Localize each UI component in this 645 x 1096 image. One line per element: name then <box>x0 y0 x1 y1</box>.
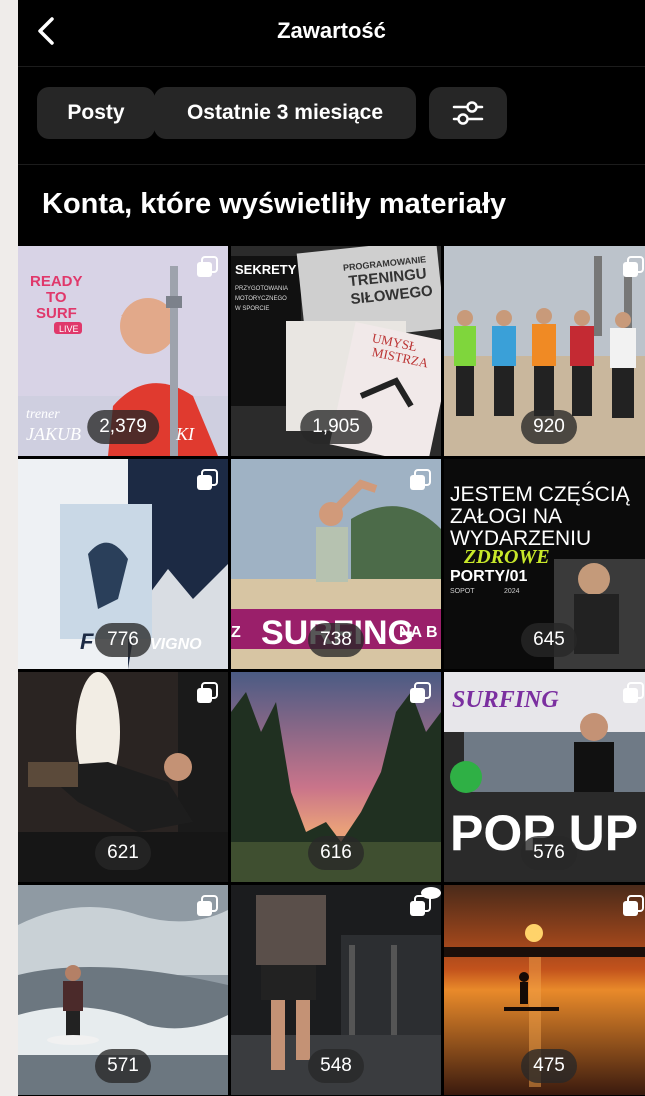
views-count: 2,379 <box>87 410 159 444</box>
overlay-text: 2024 <box>504 588 520 595</box>
views-count: 616 <box>308 836 364 870</box>
overlay-text: JAKUB <box>26 424 81 444</box>
overlay-text: NA B <box>399 624 438 641</box>
content-type-label: Posty <box>67 101 125 124</box>
date-range-filter[interactable]: Ostatnie 3 miesiące <box>154 87 416 139</box>
overlay-text: JESTEM CZĘŚCIĄ <box>450 482 631 506</box>
date-range-label: Ostatnie 3 miesiące <box>186 101 384 124</box>
overlay-text: KI <box>175 424 195 444</box>
page-title: Zawartość <box>277 18 386 43</box>
views-count: 576 <box>521 836 577 870</box>
views-count: 571 <box>95 1049 151 1083</box>
post-tile[interactable]: SURFING NA B Z 738 <box>231 459 441 669</box>
post-tile[interactable]: 571 <box>18 885 228 1095</box>
content-type-filter[interactable]: Posty <box>37 87 155 139</box>
overlay-text: VIGNO <box>150 636 202 653</box>
carousel-icon <box>197 256 218 277</box>
post-tile[interactable]: 616 <box>231 672 441 882</box>
overlay-text: F <box>80 629 94 654</box>
overlay-text: ZDROWE <box>463 546 550 568</box>
post-tile[interactable]: 621 <box>18 672 228 882</box>
carousel-icon <box>410 682 431 703</box>
carousel-icon <box>623 895 644 916</box>
overlay-text: SEKRETY <box>235 262 297 277</box>
carousel-icon <box>623 256 644 277</box>
views-count: 645 <box>521 623 577 657</box>
overlay-text: ZAŁOGI NA <box>450 505 562 528</box>
carousel-icon <box>410 469 431 490</box>
carousel-icon <box>197 682 218 703</box>
post-tile[interactable]: SURFING POP UP 576 <box>444 672 645 882</box>
post-tile[interactable]: 548 <box>231 885 441 1095</box>
views-count: 621 <box>95 836 151 870</box>
post-tile[interactable]: 920 <box>444 246 645 456</box>
overlay-text: LIVE <box>59 324 79 334</box>
carousel-icon <box>197 469 218 490</box>
post-tile[interactable]: READY TO SURF LIVE trener JAKUB KI 2,379 <box>18 246 228 456</box>
carousel-icon <box>410 895 431 916</box>
overlay-text: SOPOT <box>450 588 475 595</box>
carousel-icon <box>623 682 644 703</box>
views-count: 920 <box>521 410 577 444</box>
views-count: 548 <box>308 1049 364 1083</box>
views-count: 738 <box>308 623 364 657</box>
views-count: 475 <box>521 1049 577 1083</box>
phone-screen: Zawartość Posty Ostatnie 3 miesiące Kont… <box>18 0 645 1096</box>
overlay-text: PRZYGOTOWANIA <box>235 286 288 292</box>
overlay-text: SURFING <box>452 687 559 713</box>
sliders-icon <box>452 101 484 125</box>
post-tile[interactable]: JESTEM CZĘŚCIĄ ZAŁOGI NA WYDARZENIU ZDRO… <box>444 459 645 669</box>
overlay-text: SURF <box>36 305 77 322</box>
post-tile[interactable]: F VIGNO 776 <box>18 459 228 669</box>
post-tile[interactable]: SEKRETY PRZYGOTOWANIA MOTORYCZNEGO W SPO… <box>231 246 441 456</box>
overlay-text: PORTY/01 <box>450 568 527 585</box>
views-count: 776 <box>95 623 151 657</box>
section-title: Konta, które wyświetliły materiały <box>42 188 507 220</box>
filter-settings-button[interactable] <box>429 87 507 139</box>
overlay-text: TO <box>46 289 67 306</box>
carousel-icon <box>197 895 218 916</box>
overlay-text: trener <box>26 407 60 422</box>
overlay-text: Z <box>231 624 241 641</box>
top-bar: Zawartość <box>18 0 645 67</box>
post-tile[interactable]: 475 <box>444 885 645 1095</box>
overlay-text: READY <box>30 273 83 290</box>
filter-bar: Posty Ostatnie 3 miesiące <box>18 66 645 165</box>
views-count: 1,905 <box>300 410 372 444</box>
overlay-text: MOTORYCZNEGO <box>235 296 287 302</box>
overlay-text: W SPORCIE <box>235 306 269 312</box>
